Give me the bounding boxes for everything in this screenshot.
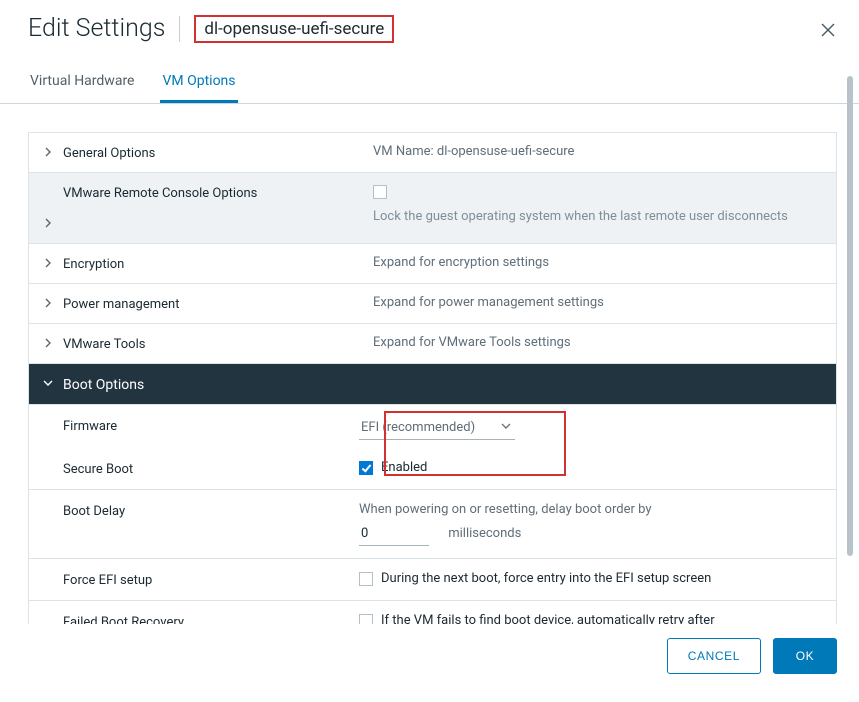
chevron-right-icon <box>43 255 57 272</box>
subrow-failed-boot: Failed Boot Recovery If the VM fails to … <box>29 600 836 624</box>
subrow-force-efi: Force EFI setup During the next boot, fo… <box>29 558 836 600</box>
force-efi-label: Force EFI setup <box>63 571 359 588</box>
dialog-footer: CANCEL OK <box>0 624 859 702</box>
row-value: Lock the guest operating system when the… <box>373 184 822 224</box>
row-power-management[interactable]: Power management Expand for power manage… <box>29 283 836 323</box>
secure-boot-checkbox[interactable] <box>359 461 373 475</box>
row-encryption[interactable]: Encryption Expand for encryption setting… <box>29 243 836 283</box>
dialog-title: Edit Settings <box>28 14 165 43</box>
chevron-down-icon <box>501 420 511 435</box>
row-boot-options[interactable]: Boot Options <box>29 363 836 404</box>
firmware-value-cell: EFI (recommended) <box>359 417 822 440</box>
subrow-firmware: Firmware EFI (recommended) <box>29 405 836 452</box>
cancel-button[interactable]: CANCEL <box>667 638 761 674</box>
spacer <box>43 184 57 186</box>
failed-boot-value-cell: If the VM fails to find boot device, aut… <box>359 613 822 624</box>
row-label: VMware Remote Console Options <box>63 184 373 232</box>
boot-delay-value-cell: When powering on or resetting, delay boo… <box>359 502 822 546</box>
row-value: Expand for VMware Tools settings <box>373 335 822 350</box>
settings-scroll[interactable]: General Options VM Name: dl-opensuse-uef… <box>0 104 859 624</box>
failed-boot-label: Failed Boot Recovery <box>63 613 359 624</box>
row-label: VMware Tools <box>63 335 373 352</box>
scrollbar[interactable] <box>847 76 853 614</box>
row-general-options[interactable]: General Options VM Name: dl-opensuse-uef… <box>29 133 836 172</box>
row-label: Encryption <box>63 255 373 272</box>
close-icon <box>820 22 836 38</box>
row-vmware-tools[interactable]: VMware Tools Expand for VMware Tools set… <box>29 323 836 363</box>
force-efi-checkbox[interactable] <box>359 572 373 586</box>
row-label: General Options <box>63 144 373 161</box>
row-value: VM Name: dl-opensuse-uefi-secure <box>373 144 822 159</box>
close-button[interactable] <box>819 22 837 40</box>
firmware-label: Firmware <box>63 417 359 434</box>
subrow-boot-delay: Boot Delay When powering on or resetting… <box>29 489 836 558</box>
subrow-secure-boot: Secure Boot Enabled <box>29 452 836 489</box>
chevron-right-icon <box>43 295 57 312</box>
row-label: Power management <box>63 295 373 312</box>
firmware-select[interactable]: EFI (recommended) <box>359 417 515 440</box>
row-label: Boot Options <box>63 375 373 393</box>
vm-name-highlight: dl-opensuse-uefi-secure <box>194 15 394 43</box>
tab-vm-options[interactable]: VM Options <box>160 63 237 103</box>
row-vmrc-options[interactable]: VMware Remote Console Options Lock the g… <box>29 172 836 243</box>
failed-boot-checkbox[interactable] <box>359 614 373 624</box>
edit-settings-dialog: Edit Settings dl-opensuse-uefi-secure Vi… <box>0 0 859 702</box>
boot-delay-input[interactable] <box>359 523 429 546</box>
row-value: Expand for power management settings <box>373 295 822 310</box>
dialog-header: Edit Settings dl-opensuse-uefi-secure <box>0 8 859 53</box>
tabs: Virtual Hardware VM Options <box>0 63 859 104</box>
secure-boot-value-cell: Enabled <box>359 460 822 475</box>
force-efi-value-cell: During the next boot, force entry into t… <box>359 571 822 586</box>
chevron-right-icon <box>43 335 57 352</box>
settings-panel: General Options VM Name: dl-opensuse-uef… <box>28 132 837 624</box>
row-value: Expand for encryption settings <box>373 255 822 270</box>
chevron-right-icon <box>43 144 57 161</box>
vmrc-lock-checkbox[interactable] <box>373 185 387 199</box>
chevron-down-icon <box>43 375 57 392</box>
ok-button[interactable]: OK <box>773 638 837 674</box>
scrollbar-thumb[interactable] <box>847 76 853 556</box>
chevron-right-icon <box>43 215 57 232</box>
boot-delay-label: Boot Delay <box>63 502 359 519</box>
secure-boot-label: Secure Boot <box>63 460 359 477</box>
header-divider <box>179 16 180 42</box>
tab-virtual-hardware[interactable]: Virtual Hardware <box>28 63 136 103</box>
boot-options-expanded: Firmware EFI (recommended) Secure Boot E… <box>29 404 836 624</box>
